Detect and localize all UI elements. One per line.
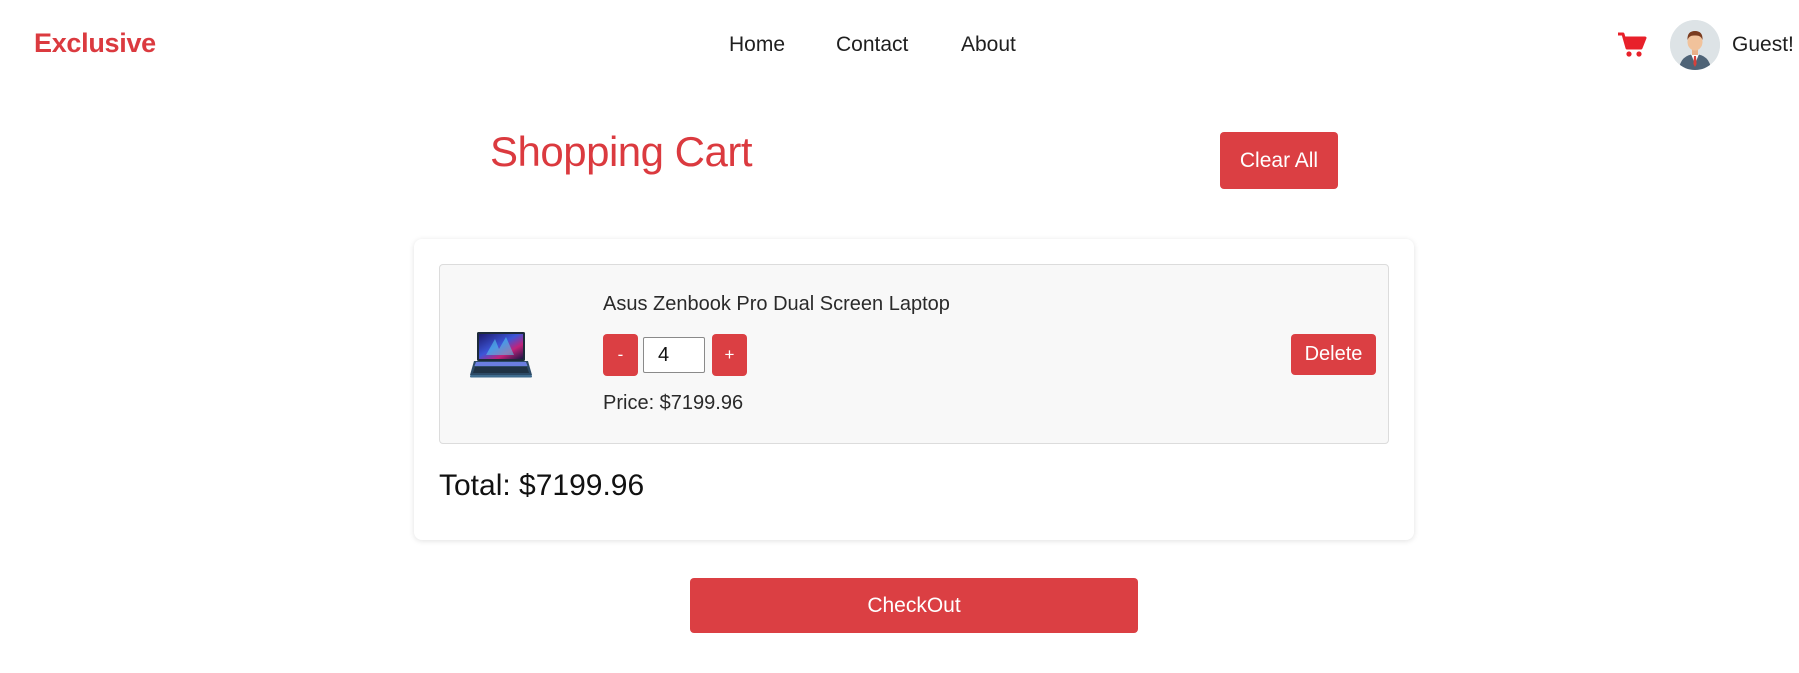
nav-about[interactable]: About bbox=[961, 33, 1016, 57]
nav-home[interactable]: Home bbox=[729, 33, 785, 57]
item-price: Price: $7199.96 bbox=[603, 392, 744, 414]
product-name: Asus Zenbook Pro Dual Screen Laptop bbox=[603, 293, 950, 315]
cart-total: Total: $7199.96 bbox=[439, 469, 645, 502]
shopping-cart-icon[interactable] bbox=[1617, 31, 1647, 59]
user-avatar[interactable] bbox=[1670, 20, 1720, 70]
cart-item: Asus Zenbook Pro Dual Screen Laptop - + … bbox=[439, 264, 1389, 444]
increment-quantity-button[interactable]: + bbox=[712, 334, 747, 376]
nav-contact[interactable]: Contact bbox=[836, 33, 908, 57]
quantity-input[interactable] bbox=[643, 337, 705, 373]
delete-item-button[interactable]: Delete bbox=[1291, 334, 1376, 375]
brand-logo[interactable]: Exclusive bbox=[34, 28, 156, 59]
checkout-button[interactable]: CheckOut bbox=[690, 578, 1138, 633]
laptop-image bbox=[468, 331, 534, 379]
page-title: Shopping Cart bbox=[490, 128, 753, 175]
navbar: Exclusive Home Contact About Guest! bbox=[0, 0, 1799, 92]
cart-card: Asus Zenbook Pro Dual Screen Laptop - + … bbox=[414, 239, 1414, 540]
clear-all-button[interactable]: Clear All bbox=[1220, 132, 1338, 189]
decrement-quantity-button[interactable]: - bbox=[603, 334, 638, 376]
user-name: Guest! bbox=[1732, 33, 1794, 56]
